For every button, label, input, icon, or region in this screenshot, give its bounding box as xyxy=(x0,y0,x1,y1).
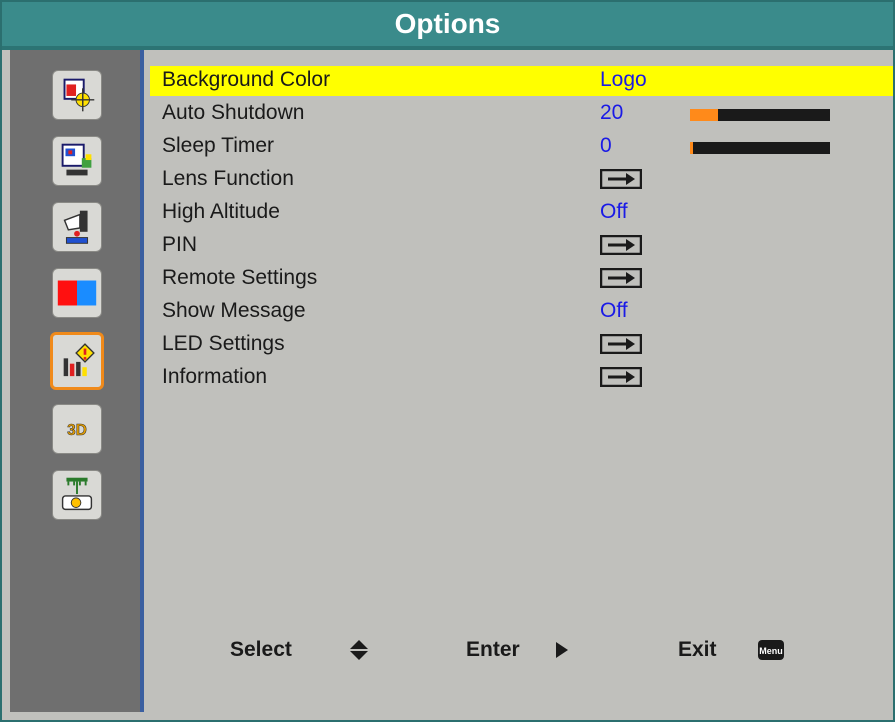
right-arrow-icon xyxy=(556,642,568,658)
menu-row-label: Remote Settings xyxy=(162,266,318,289)
slider-fill xyxy=(690,109,718,121)
menu-row-pin[interactable]: PIN xyxy=(150,231,893,261)
menu-row-label: Show Message xyxy=(162,299,306,322)
menu-row-sleep-timer[interactable]: Sleep Timer 0 xyxy=(150,132,893,162)
menu-row-value: Logo xyxy=(600,68,647,91)
menu-row-led-settings[interactable]: LED Settings xyxy=(150,330,893,360)
menu-row-label: Information xyxy=(162,365,268,388)
3d-icon-text: 3D xyxy=(67,422,87,439)
network-icon[interactable] xyxy=(52,470,102,520)
menu-row-value: 20 xyxy=(600,101,624,124)
submenu-arrow-icon[interactable] xyxy=(600,268,642,288)
menu-row-label: PIN xyxy=(162,233,198,256)
menu-row-auto-shutdown[interactable]: Auto Shutdown 20 xyxy=(150,99,893,129)
options-menu: Background Color Logo Auto Shutdown 20 Sleep… xyxy=(148,50,893,712)
window-title: Options xyxy=(2,2,893,50)
menu-row-label: LED Settings xyxy=(162,332,285,355)
menu-row-label: Auto Shutdown xyxy=(162,101,305,124)
select-hint-label: Select xyxy=(230,638,292,661)
menu-button-icon: Menu xyxy=(758,640,784,660)
submenu-arrow-icon[interactable] xyxy=(600,334,642,354)
submenu-arrow-icon[interactable] xyxy=(600,235,642,255)
menu-badge-text: Menu xyxy=(759,646,783,656)
menu-row-show-message[interactable]: Show Message Off xyxy=(150,297,893,327)
menu-row-label: Background Color xyxy=(162,68,331,91)
color-icon[interactable] xyxy=(52,268,102,318)
footer-hints: Select Enter Exit Menu xyxy=(148,628,893,668)
3d-icon[interactable]: 3D xyxy=(52,404,102,454)
slider-bar[interactable] xyxy=(690,109,830,121)
submenu-arrow-icon[interactable] xyxy=(600,367,642,387)
display-settings-icon[interactable] xyxy=(52,136,102,186)
osd-window: Options 3D Background Color Logo Auto Sh… xyxy=(0,0,895,722)
slider-bar[interactable] xyxy=(690,142,830,154)
enter-hint-label: Enter xyxy=(466,638,520,661)
menu-row-information[interactable]: Information xyxy=(150,363,893,393)
exit-hint-label: Exit xyxy=(678,638,717,661)
menu-row-value: 0 xyxy=(600,134,612,157)
menu-row-value: Off xyxy=(600,200,628,223)
submenu-arrow-icon[interactable] xyxy=(600,169,642,189)
menu-row-value: Off xyxy=(600,299,628,322)
menu-row-label: Lens Function xyxy=(162,167,294,190)
menu-row-high-altitude[interactable]: High Altitude Off xyxy=(150,198,893,228)
menu-row-label: Sleep Timer xyxy=(162,134,275,157)
image-settings-icon[interactable] xyxy=(52,70,102,120)
options-icon[interactable] xyxy=(50,332,104,390)
menu-row-lens-function[interactable]: Lens Function xyxy=(150,165,893,195)
category-sidebar: 3D xyxy=(10,50,144,712)
menu-row-background-color[interactable]: Background Color Logo xyxy=(150,66,893,96)
menu-row-label: High Altitude xyxy=(162,200,280,223)
menu-row-remote-settings[interactable]: Remote Settings xyxy=(150,264,893,294)
setup-icon[interactable] xyxy=(52,202,102,252)
up-down-arrow-icon xyxy=(350,640,368,660)
slider-fill xyxy=(690,142,693,154)
